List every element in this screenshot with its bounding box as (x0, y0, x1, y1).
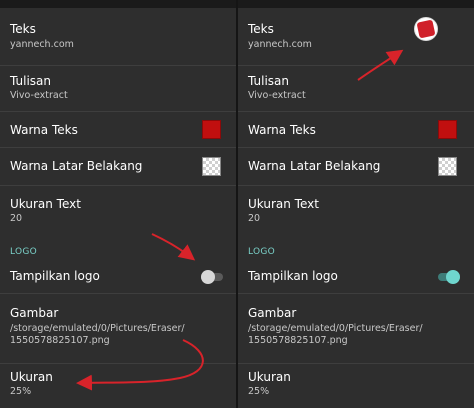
section-logo-header: LOGO (248, 247, 276, 257)
setting-gambar[interactable]: Gambar /storage/emulated/0/Pictures/Eras… (0, 294, 236, 364)
setting-ukuran-text-value: 20 (248, 213, 261, 224)
setting-warna-latar-title: Warna Latar Belakang (10, 159, 143, 173)
setting-warna-teks-title: Warna Teks (248, 123, 316, 137)
setting-warna-latar[interactable]: Warna Latar Belakang (0, 148, 236, 186)
show-logo-switch[interactable] (438, 270, 460, 284)
setting-teks-title: Teks (248, 22, 274, 36)
setting-ukuran-value: 25% (248, 386, 270, 397)
logo-image-inner (416, 19, 436, 39)
setting-tulisan-value: Vivo-extract (10, 90, 68, 101)
setting-gambar[interactable]: Gambar /storage/emulated/0/Pictures/Eras… (238, 294, 474, 364)
setting-teks-title: Teks (10, 22, 36, 36)
setting-ukuran[interactable]: Ukuran 25% (0, 364, 236, 408)
section-logo-header: LOGO (10, 247, 38, 257)
setting-gambar-title: Gambar (248, 306, 297, 320)
setting-teks-value: yannech.com (248, 39, 312, 50)
setting-tampilkan-logo[interactable]: Tampilkan logo (0, 260, 236, 294)
settings-panel-before: Teks yannech.com Tulisan Vivo-extract Wa… (0, 8, 236, 408)
setting-tampilkan-logo-title: Tampilkan logo (248, 269, 338, 283)
setting-warna-latar[interactable]: Warna Latar Belakang (238, 148, 474, 186)
setting-gambar-path-line2: 1550578825107.png (10, 335, 110, 346)
setting-gambar-path-line1: /storage/emulated/0/Pictures/Eraser/ (248, 323, 423, 334)
setting-ukuran-text-title: Ukuran Text (248, 197, 319, 211)
setting-warna-teks[interactable]: Warna Teks (238, 112, 474, 148)
text-color-swatch[interactable] (438, 120, 457, 139)
setting-tulisan[interactable]: Tulisan Vivo-extract (0, 66, 236, 112)
setting-tulisan-title: Tulisan (248, 74, 289, 88)
setting-tulisan-value: Vivo-extract (248, 90, 306, 101)
setting-ukuran-title: Ukuran (10, 370, 53, 384)
setting-tulisan[interactable]: Tulisan Vivo-extract (238, 66, 474, 112)
text-color-swatch[interactable] (202, 120, 221, 139)
setting-ukuran-title: Ukuran (248, 370, 291, 384)
setting-ukuran-text[interactable]: Ukuran Text 20 (238, 186, 474, 238)
show-logo-switch[interactable] (201, 270, 223, 284)
settings-panel-after: Teks yannech.com Tulisan Vivo-extract Wa… (238, 8, 474, 408)
setting-gambar-path-line1: /storage/emulated/0/Pictures/Eraser/ (10, 323, 185, 334)
setting-tampilkan-logo[interactable]: Tampilkan logo (238, 260, 474, 294)
background-color-swatch[interactable] (438, 157, 457, 176)
setting-warna-latar-title: Warna Latar Belakang (248, 159, 381, 173)
setting-teks[interactable]: Teks yannech.com (0, 8, 236, 66)
setting-ukuran[interactable]: Ukuran 25% (238, 364, 474, 408)
background-color-swatch[interactable] (202, 157, 221, 176)
setting-gambar-title: Gambar (10, 306, 59, 320)
setting-teks[interactable]: Teks yannech.com (238, 8, 474, 66)
setting-ukuran-text-value: 20 (10, 213, 23, 224)
setting-gambar-path-line2: 1550578825107.png (248, 335, 348, 346)
setting-warna-teks[interactable]: Warna Teks (0, 112, 236, 148)
setting-warna-teks-title: Warna Teks (10, 123, 78, 137)
switch-thumb (201, 270, 215, 284)
logo-image-icon (415, 18, 437, 40)
setting-ukuran-text-title: Ukuran Text (10, 197, 81, 211)
setting-tulisan-title: Tulisan (10, 74, 51, 88)
setting-ukuran-text[interactable]: Ukuran Text 20 (0, 186, 236, 238)
setting-ukuran-value: 25% (10, 386, 32, 397)
setting-teks-value: yannech.com (10, 39, 74, 50)
setting-tampilkan-logo-title: Tampilkan logo (10, 269, 100, 283)
switch-thumb (446, 270, 460, 284)
